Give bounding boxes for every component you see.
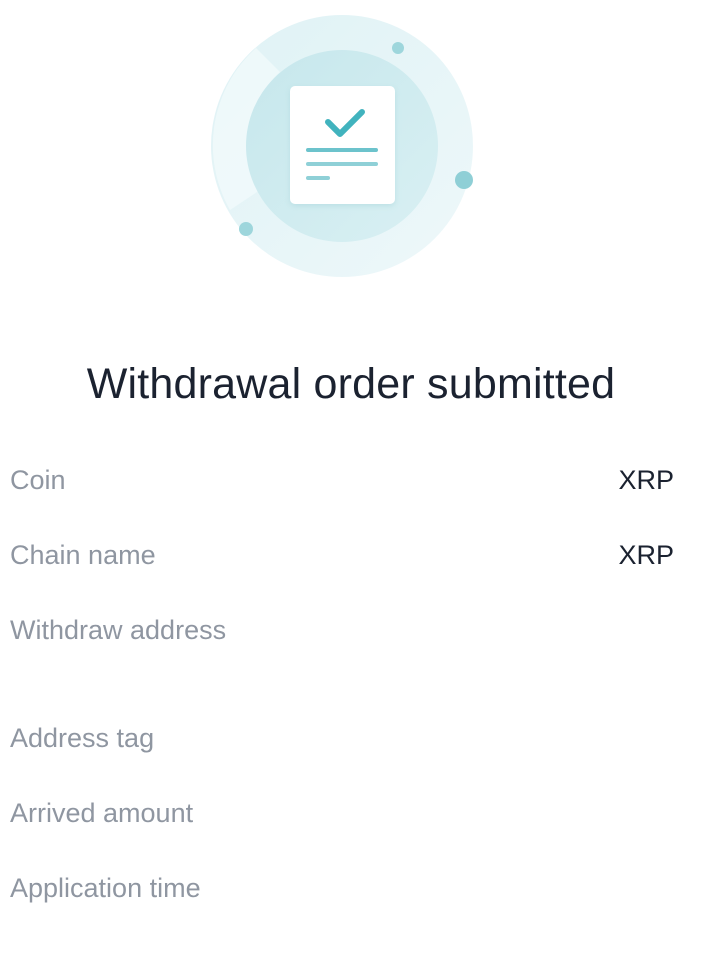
- detail-value-coin: XRP: [618, 465, 674, 495]
- detail-label-chain-name: Chain name: [10, 540, 156, 570]
- detail-label-withdraw-address: Withdraw address: [10, 615, 227, 645]
- detail-label-address-tag: Address tag: [10, 723, 155, 753]
- detail-label-coin: Coin: [10, 465, 66, 495]
- withdrawal-details: Coin XRP Chain name XRP Withdraw address…: [0, 0, 702, 980]
- detail-value-chain-name: XRP: [618, 540, 674, 570]
- detail-label-application-time: Application time: [10, 873, 201, 903]
- detail-label-arrived-amount: Arrived amount: [10, 798, 194, 828]
